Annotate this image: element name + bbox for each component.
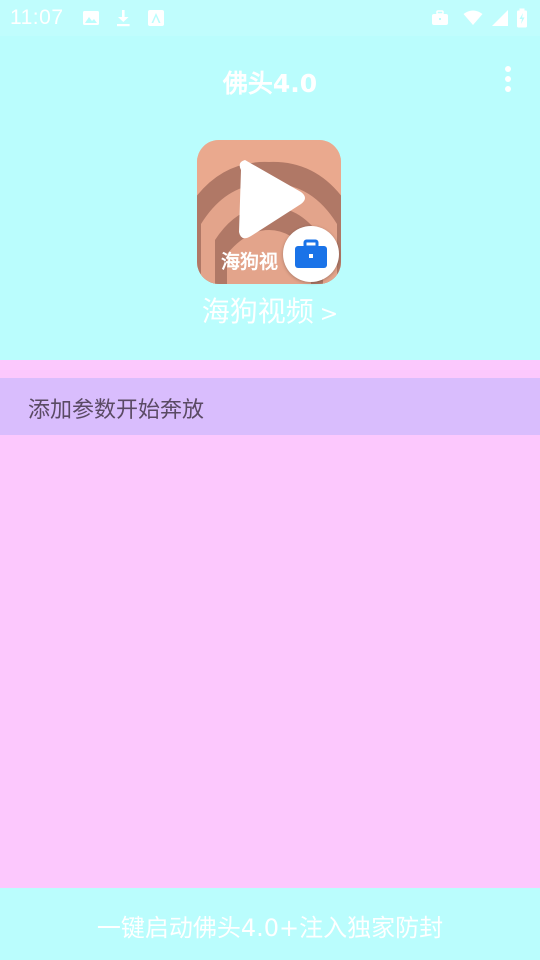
app-name-link[interactable]: 海狗视频 > [0,290,540,330]
image-icon [83,11,99,25]
chevron-right-icon: > [319,302,339,327]
app-title: 佛头4.0 [222,69,318,98]
add-params-label: 添加参数开始奔放 [28,398,205,423]
signal-icon [492,10,508,26]
app-icon-text: 海狗视 [221,250,278,273]
work-briefcase-icon [295,239,327,268]
launch-button[interactable]: 一键启动佛头4.0+注入独家防封 [0,888,540,960]
briefcase-icon [432,10,448,25]
more-vert-icon[interactable] [498,64,518,94]
battery-icon [517,8,527,28]
add-params-row[interactable]: 添加参数开始奔放 [0,378,540,435]
launch-button-label: 一键启动佛头4.0+注入独家防封 [96,914,444,942]
status-bar: 11:07 [0,0,540,36]
status-time: 11:07 [10,6,64,29]
screen: 11:07 佛头4.0 海狗视 海狗视频 > 添加参数开始奔放 一键启动佛头4.… [0,0,540,960]
app-bar: 佛头4.0 [0,36,540,122]
app-name: 海狗视频 [201,295,314,328]
work-badge [283,226,339,282]
content-area: 添加参数开始奔放 [0,360,540,888]
font-a-icon [148,10,164,26]
download-icon [117,10,130,27]
wifi-icon [463,10,483,25]
